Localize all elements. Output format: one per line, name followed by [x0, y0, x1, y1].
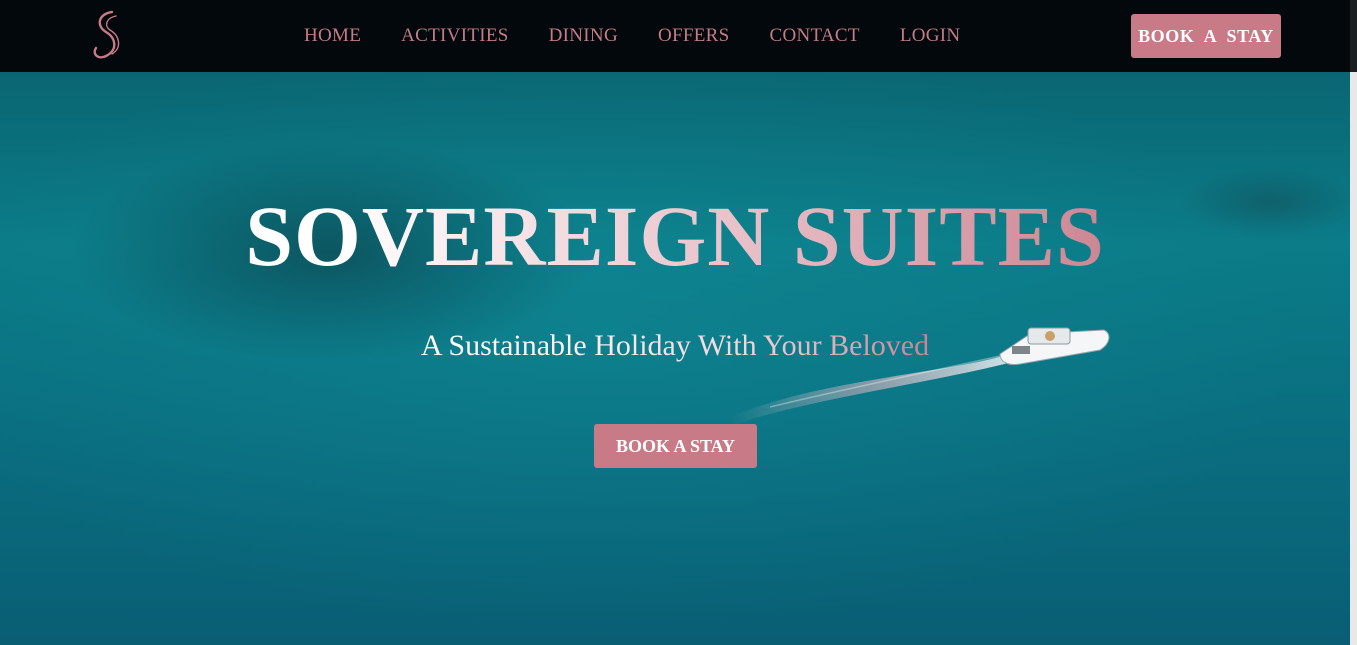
hero-subtitle: A Sustainable Holiday With Your Beloved — [0, 326, 1350, 366]
nav-activities[interactable]: ACTIVITIES — [401, 24, 508, 48]
hero-title: SOVEREIGN SUITES — [0, 188, 1350, 284]
page-scrollbar[interactable] — [1350, 0, 1357, 645]
page: HOME ACTIVITIES DINING OFFERS CONTACT LO… — [0, 0, 1357, 645]
script-s-logo-icon[interactable] — [88, 8, 128, 62]
scrollbar-thumb[interactable] — [1350, 72, 1357, 645]
nav-login[interactable]: LOGIN — [900, 24, 961, 48]
nav-home[interactable]: HOME — [304, 24, 361, 48]
hero-book-stay-button[interactable]: BOOK A STAY — [594, 424, 757, 468]
nav-contact[interactable]: CONTACT — [770, 24, 860, 48]
nav-dining[interactable]: DINING — [549, 24, 618, 48]
nav-offers[interactable]: OFFERS — [658, 24, 730, 48]
hero-section: SOVEREIGN SUITES A Sustainable Holiday W… — [0, 72, 1350, 645]
header-book-stay-button[interactable]: BOOK A STAY — [1131, 14, 1281, 58]
main-nav: HOME ACTIVITIES DINING OFFERS CONTACT LO… — [304, 24, 960, 48]
top-navbar: HOME ACTIVITIES DINING OFFERS CONTACT LO… — [0, 0, 1350, 72]
